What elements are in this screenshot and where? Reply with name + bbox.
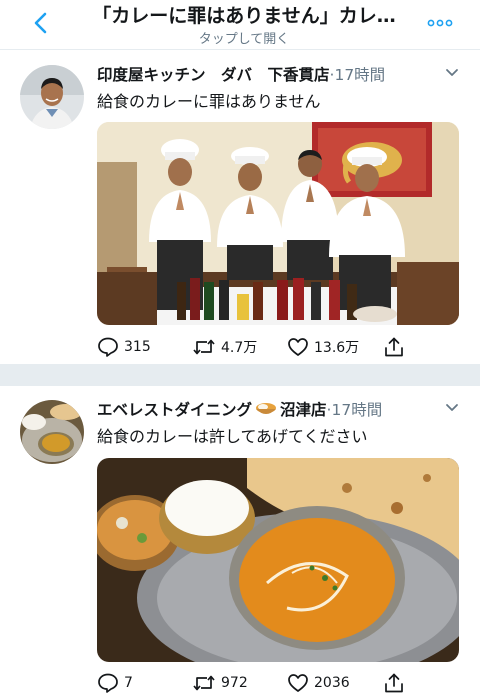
tweet[interactable]: 印度屋キッチン ダバ 下香貫店·17時間 給食のカレーに罪はありません 315 … bbox=[0, 51, 480, 364]
back-chevron-icon[interactable] bbox=[30, 11, 52, 35]
avatar[interactable] bbox=[20, 65, 84, 129]
more-dots-icon[interactable] bbox=[427, 18, 453, 28]
tweet-separator bbox=[0, 364, 480, 386]
tweet-header: 印度屋キッチン ダバ 下香貫店·17時間 bbox=[97, 63, 437, 85]
display-name[interactable]: エベレストダイニング bbox=[97, 401, 252, 419]
tweet-text: 給食のカレーに罪はありません bbox=[97, 92, 321, 111]
like-icon bbox=[288, 338, 308, 356]
page-subtitle[interactable]: タップして開く bbox=[74, 28, 414, 47]
tweet-actions: 7 972 2036 bbox=[97, 671, 417, 695]
like-icon bbox=[288, 674, 308, 692]
timestamp[interactable]: 17時間 bbox=[334, 66, 385, 84]
reply-count: 315 bbox=[124, 339, 151, 355]
display-name-suffix[interactable]: 沼津店 bbox=[280, 401, 327, 419]
share-button[interactable] bbox=[383, 671, 405, 695]
retweet-count: 4.7万 bbox=[221, 340, 258, 356]
like-count: 2036 bbox=[314, 675, 350, 691]
retweet-count: 972 bbox=[221, 675, 248, 691]
like-count: 13.6万 bbox=[314, 340, 360, 356]
dropdown-chevron-icon[interactable] bbox=[445, 68, 459, 78]
like-button[interactable]: 2036 bbox=[287, 671, 350, 695]
retweet-icon bbox=[193, 675, 215, 691]
tweet-header: エベレストダイニング 沼津店·17時間 bbox=[97, 398, 437, 420]
tweet-text: 給食のカレーは許してあげてください bbox=[97, 427, 368, 446]
page-title: 「カレーに罪はありません」カレ… bbox=[92, 5, 396, 27]
timestamp[interactable]: 17時間 bbox=[331, 401, 382, 419]
share-icon bbox=[385, 673, 403, 693]
like-button[interactable]: 13.6万 bbox=[287, 335, 359, 359]
reply-count: 7 bbox=[124, 675, 133, 691]
tweet-image[interactable] bbox=[97, 458, 459, 662]
display-name[interactable]: 印度屋キッチン ダバ 下香貫店 bbox=[97, 66, 330, 84]
retweet-icon bbox=[193, 339, 215, 355]
tweet[interactable]: エベレストダイニング 沼津店·17時間 給食のカレーは許してあげてください 7 … bbox=[0, 386, 480, 700]
tweet-actions: 315 4.7万 13.6万 bbox=[97, 335, 417, 359]
tweet-image[interactable] bbox=[97, 122, 459, 325]
retweet-button[interactable]: 972 bbox=[192, 671, 248, 695]
avatar[interactable] bbox=[20, 400, 84, 464]
reply-button[interactable]: 7 bbox=[97, 671, 133, 695]
retweet-button[interactable]: 4.7万 bbox=[192, 335, 257, 359]
top-bar: 「カレーに罪はありません」カレ… タップして開く bbox=[0, 0, 480, 50]
reply-icon bbox=[98, 337, 118, 357]
curry-bowl-emoji-icon bbox=[256, 403, 277, 414]
dropdown-chevron-icon[interactable] bbox=[445, 403, 459, 413]
reply-icon bbox=[98, 673, 118, 693]
share-icon bbox=[385, 337, 403, 357]
share-button[interactable] bbox=[383, 335, 405, 359]
reply-button[interactable]: 315 bbox=[97, 335, 151, 359]
